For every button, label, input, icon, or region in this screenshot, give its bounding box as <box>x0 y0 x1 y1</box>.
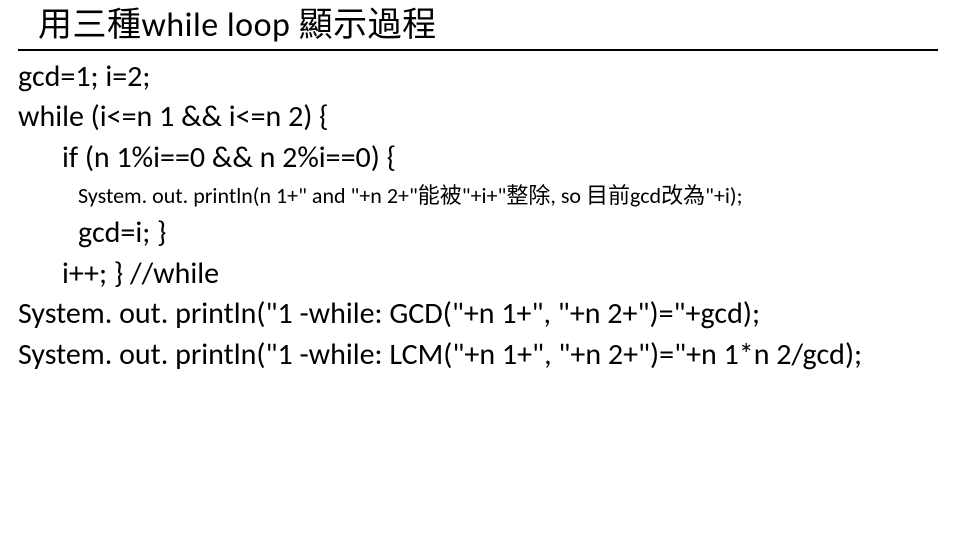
code-line-1: gcd=1; i=2; <box>18 57 960 98</box>
slide-body: gcd=1; i=2; while (i<=n 1 && i<=n 2) { i… <box>0 51 960 376</box>
code-line-4: System. out. println(n 1+" and "+n 2+"能被… <box>18 178 960 213</box>
code-line-6: i++; } //while <box>18 254 960 295</box>
code-line-2: while (i<=n 1 && i<=n 2) { <box>18 97 960 138</box>
code-line-7: System. out. println("1 -while: GCD("+n … <box>18 294 960 335</box>
slide: 用三種while loop 顯示過程 gcd=1; i=2; while (i<… <box>0 0 960 540</box>
slide-title: 用三種while loop 顯示過程 <box>0 6 960 47</box>
code-line-5: gcd=i; } <box>18 213 960 254</box>
code-line-8: System. out. println("1 -while: LCM("+n … <box>18 335 960 376</box>
code-line-3: if (n 1%i==0 && n 2%i==0) { <box>18 138 960 179</box>
